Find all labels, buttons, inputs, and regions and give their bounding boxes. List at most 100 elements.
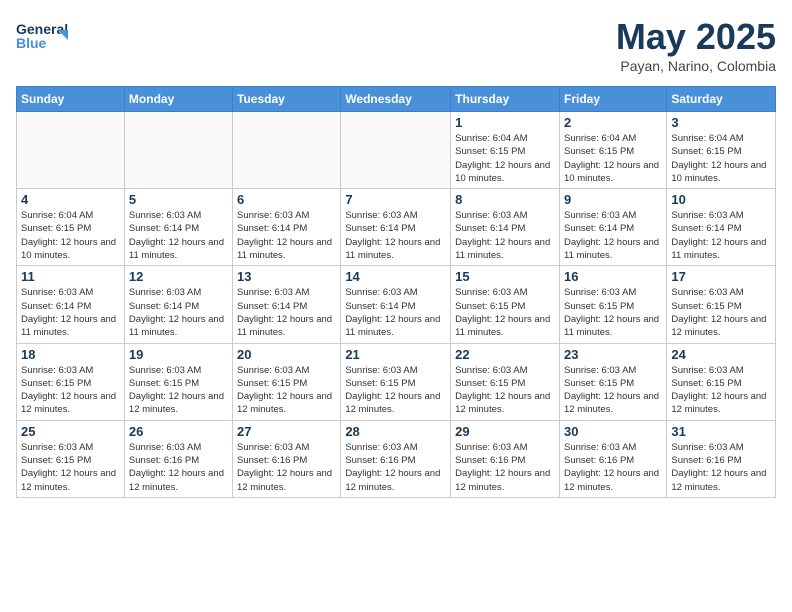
calendar-week-row: 18 Sunrise: 6:03 AM Sunset: 6:15 PM Dayli… [17, 343, 776, 420]
day-number: 29 [455, 424, 555, 439]
day-info: Sunrise: 6:03 AM Sunset: 6:14 PM Dayligh… [129, 286, 228, 339]
day-number: 10 [671, 192, 771, 207]
table-row: 31 Sunrise: 6:03 AM Sunset: 6:16 PM Dayli… [667, 420, 776, 497]
month-year: May 2025 [616, 16, 776, 58]
day-number: 26 [129, 424, 228, 439]
calendar-header-row: Sunday Monday Tuesday Wednesday Thursday… [17, 87, 776, 112]
table-row: 25 Sunrise: 6:03 AM Sunset: 6:15 PM Dayli… [17, 420, 125, 497]
day-info: Sunrise: 6:03 AM Sunset: 6:15 PM Dayligh… [455, 364, 555, 417]
col-wednesday: Wednesday [341, 87, 451, 112]
col-tuesday: Tuesday [233, 87, 341, 112]
table-row: 15Sunrise: 6:03 AM Sunset: 6:15 PM Dayli… [451, 266, 560, 343]
day-info: Sunrise: 6:03 AM Sunset: 6:16 PM Dayligh… [345, 441, 446, 494]
day-info: Sunrise: 6:03 AM Sunset: 6:15 PM Dayligh… [21, 364, 120, 417]
table-row: 30 Sunrise: 6:03 AM Sunset: 6:16 PM Dayli… [559, 420, 666, 497]
day-info: Sunrise: 6:03 AM Sunset: 6:15 PM Dayligh… [129, 364, 228, 417]
col-friday: Friday [559, 87, 666, 112]
logo: General Blue [16, 16, 68, 56]
table-row: 13 Sunrise: 6:03 AM Sunset: 6:14 PM Dayli… [233, 266, 341, 343]
table-row [17, 112, 125, 189]
day-info: Sunrise: 6:04 AM Sunset: 6:15 PM Dayligh… [455, 132, 555, 185]
day-number: 3 [671, 115, 771, 130]
calendar-week-row: 11 Sunrise: 6:03 AM Sunset: 6:14 PM Dayli… [17, 266, 776, 343]
day-info: Sunrise: 6:04 AM Sunset: 6:15 PM Dayligh… [21, 209, 120, 262]
day-number: 12 [129, 269, 228, 284]
day-number: 23 [564, 347, 662, 362]
table-row: 29 Sunrise: 6:03 AM Sunset: 6:16 PM Dayli… [451, 420, 560, 497]
day-info: Sunrise: 6:03 AM Sunset: 6:16 PM Dayligh… [237, 441, 336, 494]
table-row: 2 Sunrise: 6:04 AM Sunset: 6:15 PM Daylig… [559, 112, 666, 189]
day-number: 5 [129, 192, 228, 207]
day-number: 21 [345, 347, 446, 362]
table-row: 21 Sunrise: 6:03 AM Sunset: 6:15 PM Dayli… [341, 343, 451, 420]
table-row: 19 Sunrise: 6:03 AM Sunset: 6:15 PM Dayli… [124, 343, 232, 420]
table-row: 10Sunrise: 6:03 AM Sunset: 6:14 PM Dayli… [667, 189, 776, 266]
table-row: 8 Sunrise: 6:03 AM Sunset: 6:14 PM Daylig… [451, 189, 560, 266]
day-info: Sunrise: 6:03 AM Sunset: 6:16 PM Dayligh… [671, 441, 771, 494]
day-info: Sunrise: 6:03 AM Sunset: 6:15 PM Dayligh… [345, 364, 446, 417]
table-row: 20 Sunrise: 6:03 AM Sunset: 6:15 PM Dayli… [233, 343, 341, 420]
day-info: Sunrise: 6:03 AM Sunset: 6:14 PM Dayligh… [21, 286, 120, 339]
table-row: 23 Sunrise: 6:03 AM Sunset: 6:15 PM Dayli… [559, 343, 666, 420]
table-row: 24Sunrise: 6:03 AM Sunset: 6:15 PM Dayli… [667, 343, 776, 420]
table-row: 4 Sunrise: 6:04 AM Sunset: 6:15 PM Daylig… [17, 189, 125, 266]
day-number: 25 [21, 424, 120, 439]
calendar-week-row: 25 Sunrise: 6:03 AM Sunset: 6:15 PM Dayli… [17, 420, 776, 497]
location: Payan, Narino, Colombia [616, 58, 776, 74]
day-info: Sunrise: 6:03 AM Sunset: 6:15 PM Dayligh… [455, 286, 555, 339]
page-header: General Blue May 2025 Payan, Narino, Col… [16, 16, 776, 74]
table-row: 6Sunrise: 6:03 AM Sunset: 6:14 PM Daylig… [233, 189, 341, 266]
day-info: Sunrise: 6:03 AM Sunset: 6:15 PM Dayligh… [237, 364, 336, 417]
day-number: 2 [564, 115, 662, 130]
day-info: Sunrise: 6:04 AM Sunset: 6:15 PM Dayligh… [564, 132, 662, 185]
col-sunday: Sunday [17, 87, 125, 112]
table-row: 7Sunrise: 6:03 AM Sunset: 6:14 PM Daylig… [341, 189, 451, 266]
day-number: 8 [455, 192, 555, 207]
logo-icon: General Blue [16, 16, 68, 56]
table-row: 17Sunrise: 6:03 AM Sunset: 6:15 PM Dayli… [667, 266, 776, 343]
day-number: 31 [671, 424, 771, 439]
day-number: 30 [564, 424, 662, 439]
day-number: 20 [237, 347, 336, 362]
day-number: 28 [345, 424, 446, 439]
day-info: Sunrise: 6:03 AM Sunset: 6:16 PM Dayligh… [129, 441, 228, 494]
day-number: 14 [345, 269, 446, 284]
day-number: 11 [21, 269, 120, 284]
day-number: 27 [237, 424, 336, 439]
day-info: Sunrise: 6:03 AM Sunset: 6:15 PM Dayligh… [21, 441, 120, 494]
day-number: 18 [21, 347, 120, 362]
table-row: 12 Sunrise: 6:03 AM Sunset: 6:14 PM Dayli… [124, 266, 232, 343]
day-info: Sunrise: 6:03 AM Sunset: 6:15 PM Dayligh… [671, 364, 771, 417]
day-number: 13 [237, 269, 336, 284]
day-number: 17 [671, 269, 771, 284]
day-info: Sunrise: 6:03 AM Sunset: 6:16 PM Dayligh… [564, 441, 662, 494]
title-block: May 2025 Payan, Narino, Colombia [616, 16, 776, 74]
day-info: Sunrise: 6:03 AM Sunset: 6:14 PM Dayligh… [237, 209, 336, 262]
calendar-table: Sunday Monday Tuesday Wednesday Thursday… [16, 86, 776, 498]
day-info: Sunrise: 6:03 AM Sunset: 6:16 PM Dayligh… [455, 441, 555, 494]
day-info: Sunrise: 6:03 AM Sunset: 6:15 PM Dayligh… [564, 364, 662, 417]
col-monday: Monday [124, 87, 232, 112]
table-row [341, 112, 451, 189]
day-info: Sunrise: 6:03 AM Sunset: 6:14 PM Dayligh… [345, 209, 446, 262]
svg-text:Blue: Blue [16, 35, 47, 51]
table-row: 9Sunrise: 6:03 AM Sunset: 6:14 PM Daylig… [559, 189, 666, 266]
day-number: 9 [564, 192, 662, 207]
day-number: 19 [129, 347, 228, 362]
table-row: 5Sunrise: 6:03 AM Sunset: 6:14 PM Daylig… [124, 189, 232, 266]
day-info: Sunrise: 6:03 AM Sunset: 6:14 PM Dayligh… [455, 209, 555, 262]
table-row: 26 Sunrise: 6:03 AM Sunset: 6:16 PM Dayli… [124, 420, 232, 497]
table-row: 3Sunrise: 6:04 AM Sunset: 6:15 PM Daylig… [667, 112, 776, 189]
day-number: 16 [564, 269, 662, 284]
table-row: 18 Sunrise: 6:03 AM Sunset: 6:15 PM Dayli… [17, 343, 125, 420]
table-row [124, 112, 232, 189]
calendar-week-row: 1Sunrise: 6:04 AM Sunset: 6:15 PM Daylig… [17, 112, 776, 189]
col-thursday: Thursday [451, 87, 560, 112]
col-saturday: Saturday [667, 87, 776, 112]
day-info: Sunrise: 6:03 AM Sunset: 6:15 PM Dayligh… [564, 286, 662, 339]
calendar-week-row: 4 Sunrise: 6:04 AM Sunset: 6:15 PM Daylig… [17, 189, 776, 266]
day-info: Sunrise: 6:03 AM Sunset: 6:14 PM Dayligh… [237, 286, 336, 339]
day-number: 22 [455, 347, 555, 362]
table-row [233, 112, 341, 189]
day-number: 4 [21, 192, 120, 207]
